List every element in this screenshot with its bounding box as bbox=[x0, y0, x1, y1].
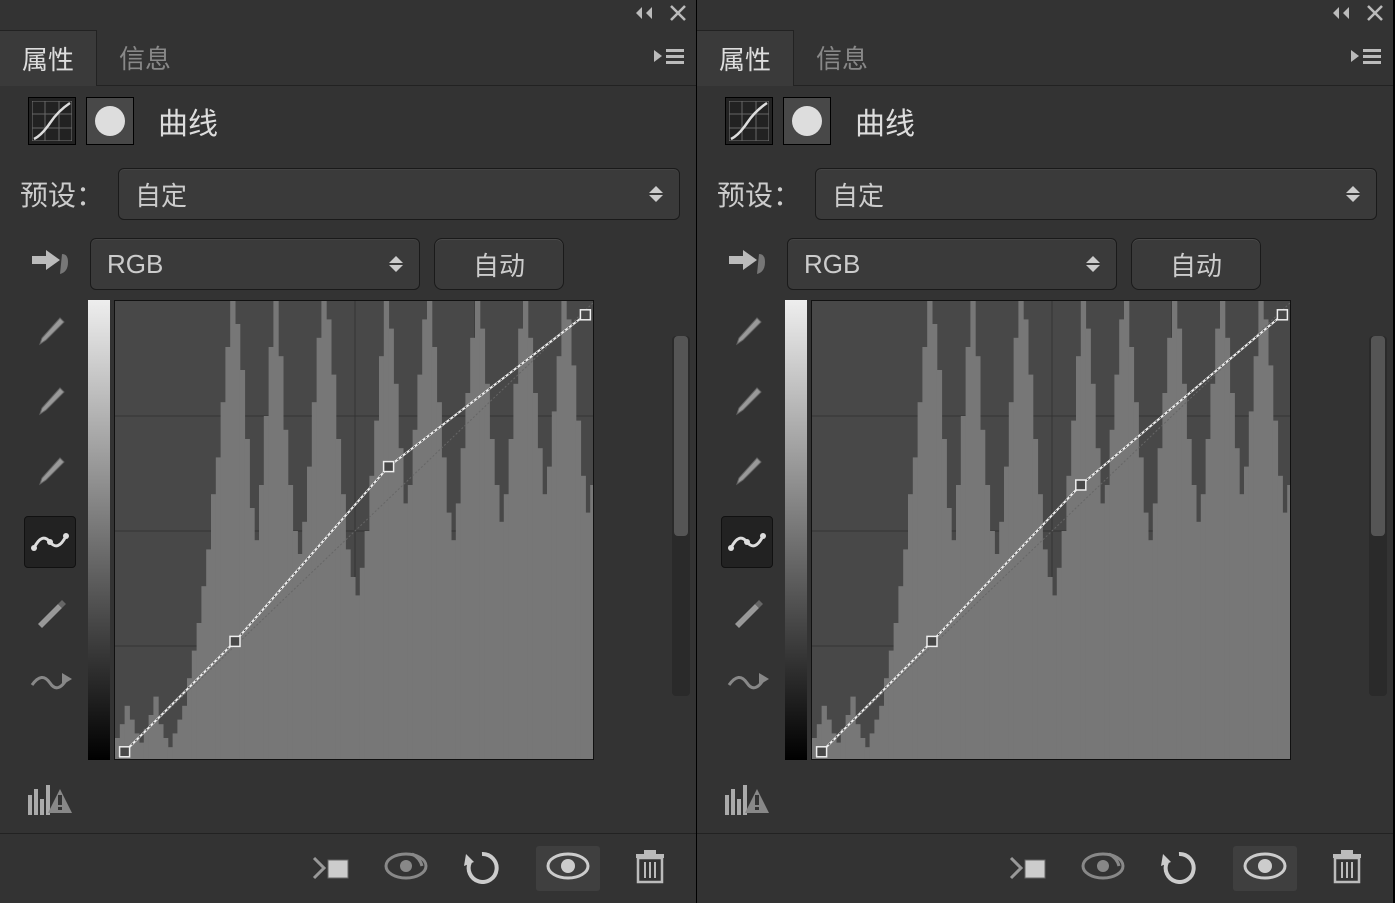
panel-menu-icon[interactable] bbox=[654, 44, 686, 73]
visibility-icon[interactable] bbox=[536, 846, 600, 891]
mask-icon[interactable] bbox=[783, 97, 831, 145]
tab-info[interactable]: 信息 bbox=[97, 30, 193, 86]
chevron-updown-icon bbox=[1086, 256, 1100, 272]
chevron-updown-icon bbox=[389, 256, 403, 272]
channel-dropdown[interactable]: RGB bbox=[787, 238, 1117, 290]
edit-points-icon[interactable] bbox=[24, 516, 76, 568]
trash-icon[interactable] bbox=[1331, 848, 1363, 889]
view-previous-icon[interactable] bbox=[384, 852, 428, 885]
properties-panel-left: 属性 信息 曲线 预设： 自定 RGB 自动 bbox=[0, 0, 697, 903]
auto-button[interactable]: 自动 bbox=[434, 238, 564, 290]
preset-label: 预设： bbox=[717, 174, 801, 214]
scrollbar[interactable] bbox=[1369, 336, 1387, 696]
gray-point-eyedropper-icon[interactable] bbox=[24, 376, 76, 428]
tab-bar: 属性 信息 bbox=[0, 30, 696, 86]
tab-info[interactable]: 信息 bbox=[794, 30, 890, 86]
curves-graph[interactable] bbox=[785, 300, 1295, 826]
chevron-updown-icon bbox=[1346, 186, 1360, 202]
auto-button[interactable]: 自动 bbox=[1131, 238, 1261, 290]
clip-to-layer-icon[interactable] bbox=[1007, 850, 1047, 887]
reset-icon[interactable] bbox=[1159, 848, 1199, 889]
close-icon[interactable] bbox=[670, 5, 686, 26]
adjustment-title: 曲线 bbox=[158, 99, 218, 143]
smooth-curve-icon[interactable] bbox=[24, 656, 76, 708]
tool-column bbox=[20, 300, 80, 826]
bottom-bar bbox=[697, 833, 1393, 903]
collapse-icon[interactable] bbox=[636, 6, 658, 24]
trash-icon[interactable] bbox=[634, 848, 666, 889]
panel-menu-icon[interactable] bbox=[1351, 44, 1383, 73]
close-icon[interactable] bbox=[1367, 5, 1383, 26]
tool-column bbox=[717, 300, 777, 826]
preset-dropdown[interactable]: 自定 bbox=[118, 168, 680, 220]
black-point-eyedropper-icon[interactable] bbox=[721, 306, 773, 358]
clip-to-layer-icon[interactable] bbox=[310, 850, 350, 887]
white-point-eyedropper-icon[interactable] bbox=[721, 446, 773, 498]
gray-point-eyedropper-icon[interactable] bbox=[721, 376, 773, 428]
smooth-curve-icon[interactable] bbox=[721, 656, 773, 708]
edit-points-icon[interactable] bbox=[721, 516, 773, 568]
curves-svg[interactable] bbox=[114, 300, 594, 760]
preset-dropdown[interactable]: 自定 bbox=[815, 168, 1377, 220]
scrollbar[interactable] bbox=[672, 336, 690, 696]
panel-header bbox=[697, 0, 1393, 30]
visibility-icon[interactable] bbox=[1233, 846, 1297, 891]
curves-icon[interactable] bbox=[725, 97, 773, 145]
curves-icon[interactable] bbox=[28, 97, 76, 145]
mask-icon[interactable] bbox=[86, 97, 134, 145]
draw-curve-icon[interactable] bbox=[24, 586, 76, 638]
targeted-adjustment-icon[interactable] bbox=[717, 240, 773, 288]
adjustment-header: 曲线 bbox=[697, 86, 1393, 156]
black-point-eyedropper-icon[interactable] bbox=[24, 306, 76, 358]
curves-svg[interactable] bbox=[811, 300, 1291, 760]
adjustment-title: 曲线 bbox=[855, 99, 915, 143]
view-previous-icon[interactable] bbox=[1081, 852, 1125, 885]
chevron-updown-icon bbox=[649, 186, 663, 202]
tab-properties[interactable]: 属性 bbox=[0, 30, 97, 86]
collapse-icon[interactable] bbox=[1333, 6, 1355, 24]
targeted-adjustment-icon[interactable] bbox=[20, 240, 76, 288]
channel-dropdown[interactable]: RGB bbox=[90, 238, 420, 290]
preset-label: 预设： bbox=[20, 174, 104, 214]
tab-bar: 属性 信息 bbox=[697, 30, 1393, 86]
adjustment-header: 曲线 bbox=[0, 86, 696, 156]
white-point-eyedropper-icon[interactable] bbox=[24, 446, 76, 498]
output-gradient bbox=[785, 300, 807, 760]
bottom-bar bbox=[0, 833, 696, 903]
tab-properties[interactable]: 属性 bbox=[697, 30, 794, 86]
panel-header bbox=[0, 0, 696, 30]
properties-panel-right: 属性 信息 曲线 预设： 自定 RGB 自动 bbox=[697, 0, 1394, 903]
histogram-clip-warning-icon[interactable] bbox=[24, 774, 76, 826]
histogram-clip-warning-icon[interactable] bbox=[721, 774, 773, 826]
reset-icon[interactable] bbox=[462, 848, 502, 889]
draw-curve-icon[interactable] bbox=[721, 586, 773, 638]
output-gradient bbox=[88, 300, 110, 760]
curves-graph[interactable] bbox=[88, 300, 598, 826]
